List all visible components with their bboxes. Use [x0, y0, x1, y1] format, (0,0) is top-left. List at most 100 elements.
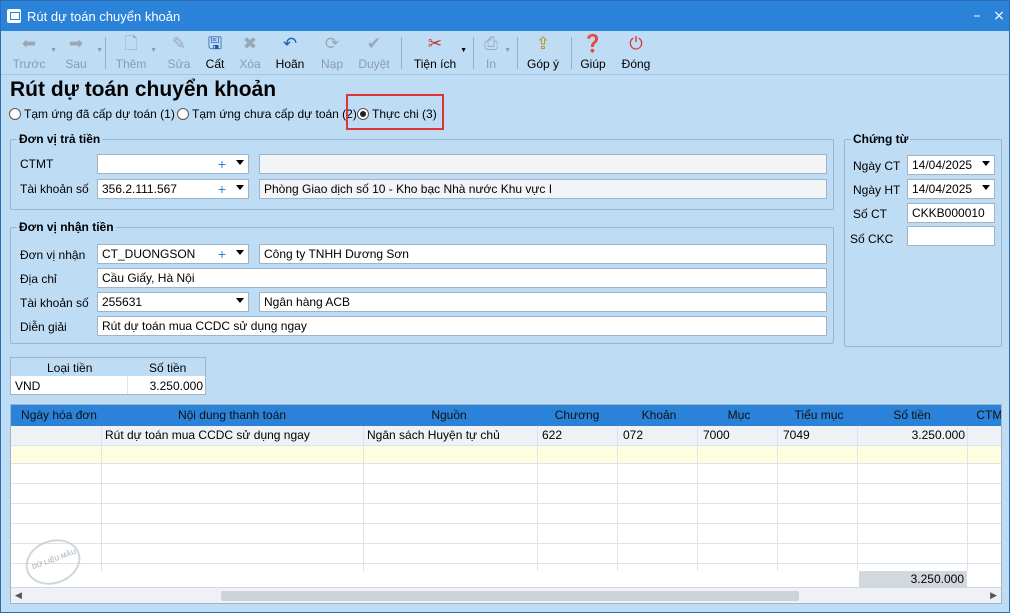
checkmark-icon: ✔ [366, 34, 382, 54]
dropdown-arrow-icon[interactable] [236, 250, 244, 255]
col-invoice-date[interactable]: Ngày hóa đơn [21, 408, 97, 422]
horizontal-scrollbar[interactable]: ◀ ▶ [11, 587, 1001, 603]
col-chapter[interactable]: Chương [537, 408, 617, 422]
payer-account-description: Phòng Giao dịch số 10 - Kho bạc Nhà nước… [259, 179, 827, 199]
arrow-right-icon: ➡ [68, 34, 84, 54]
app-icon [7, 9, 21, 23]
edit-button[interactable]: ✎ Sửa [165, 33, 193, 73]
chevron-down-icon: ▼ [504, 47, 511, 54]
posting-date-label: Ngày HT [853, 183, 901, 197]
memo-field[interactable]: Rút dự toán mua CCDC sử dụng ngay [97, 316, 827, 336]
row-source: Ngân sách Huyện tự chủ [367, 428, 500, 442]
title-bar: Rút dự toán chuyển khoản – × [1, 1, 1009, 31]
dropdown-arrow-icon[interactable] [982, 161, 990, 166]
add-button[interactable]: 🗋 Thêm ▼ [113, 33, 157, 73]
dropdown-arrow-icon[interactable] [236, 298, 244, 303]
dropdown-arrow-icon[interactable] [982, 185, 990, 190]
col-item[interactable]: Mục [699, 408, 779, 422]
load-button[interactable]: ⟳ Nạp [317, 33, 347, 73]
currency-type-header: Loại tiền [47, 361, 93, 375]
radio-advance-unallocated[interactable]: Tạm ứng chưa cấp dự toán (2) [177, 107, 357, 121]
chevron-down-icon: ▼ [460, 47, 467, 54]
help-icon: ❓ [582, 34, 604, 54]
payee-unit-select[interactable]: CT_DUONGSON + [97, 244, 249, 264]
currency-amount[interactable]: 3.250.000 [150, 379, 203, 393]
row-divider [11, 463, 1001, 464]
chevron-down-icon: ▼ [96, 47, 103, 54]
prev-button[interactable]: ⬅ Trước ▼ [9, 33, 57, 73]
row-divider [11, 543, 1001, 544]
close-button[interactable]: ⏻ Đóng [619, 33, 653, 73]
plus-icon[interactable]: + [218, 246, 226, 262]
radio-button [9, 108, 21, 120]
scroll-right-icon[interactable]: ▶ [990, 590, 997, 601]
col-amount[interactable]: Số tiền [859, 408, 965, 422]
ctmt-description [259, 154, 827, 174]
plus-icon[interactable]: + [218, 156, 226, 172]
payee-unit-name[interactable]: Công ty TNHH Dương Sơn [259, 244, 827, 264]
table-row[interactable]: Rút dự toán mua CCDC sử dụng ngay Ngân s… [11, 426, 1001, 445]
row-subitem: 7049 [783, 428, 810, 442]
col-divider [967, 426, 968, 571]
feedback-button[interactable]: ⇪ Góp ý [523, 33, 563, 73]
group-title: Đơn vị trả tiền [17, 132, 103, 146]
row-divider [11, 483, 1001, 484]
table-row-new[interactable] [11, 445, 1001, 463]
approve-button[interactable]: ✔ Duyệt [355, 33, 393, 73]
col-payment-content[interactable]: Nội dung thanh toán [101, 408, 363, 422]
col-subitem[interactable]: Tiểu mục [779, 408, 859, 422]
close-window-button[interactable]: × [991, 8, 1007, 24]
group-title: Chứng từ [851, 132, 911, 146]
chevron-down-icon: ▼ [50, 47, 57, 54]
delete-document-icon: ✖ [242, 34, 258, 54]
payee-account-label: Tài khoản số [20, 296, 89, 310]
plus-icon[interactable]: + [218, 181, 226, 197]
toolbar-separator [517, 37, 518, 69]
col-source[interactable]: Nguồn [363, 408, 535, 422]
col-section[interactable]: Khoản [619, 408, 699, 422]
currency-type[interactable]: VND [15, 379, 40, 393]
voucher-date-picker[interactable]: 14/04/2025 [907, 155, 995, 175]
page-title: Rút dự toán chuyển khoản [10, 78, 277, 101]
help-button[interactable]: ❓ Giúp [577, 33, 609, 73]
dropdown-arrow-icon[interactable] [236, 185, 244, 190]
row-divider [11, 563, 1001, 564]
col-divider [101, 426, 102, 571]
currency-amount-header: Số tiền [149, 361, 187, 375]
dropdown-arrow-icon[interactable] [236, 160, 244, 165]
next-button[interactable]: ➡ Sau ▼ [57, 33, 103, 73]
tools-icon: ✂ [427, 34, 443, 54]
posting-date-picker[interactable]: 14/04/2025 [907, 179, 995, 199]
scroll-left-icon[interactable]: ◀ [15, 590, 22, 601]
col-divider [857, 426, 858, 571]
radio-advance-allocated[interactable]: Tạm ứng đã cấp dự toán (1) [9, 107, 175, 121]
ckc-number-label: Số CKC [850, 232, 894, 246]
ckc-number-field[interactable] [907, 226, 995, 246]
undo-button[interactable]: ↶ Hoãn [273, 33, 307, 73]
scroll-thumb[interactable] [221, 591, 799, 601]
print-button[interactable]: ⎙ In ▼ [479, 33, 511, 73]
toolbar: ⬅ Trước ▼ ➡ Sau ▼ 🗋 Thêm ▼ ✎ Sửa 🖫 Cất ✖… [1, 31, 1009, 75]
ctmt-label: CTMT [20, 157, 54, 171]
payee-bank-name[interactable]: Ngân hàng ACB [259, 292, 827, 312]
col-ctmt[interactable]: CTMT [973, 408, 1001, 422]
address-field[interactable]: Cầu Giấy, Hà Nội [97, 268, 827, 288]
row-item: 7000 [703, 428, 730, 442]
payee-unit-label: Đơn vị nhận [20, 248, 86, 262]
memo-label: Diễn giải [20, 320, 67, 334]
minimize-button[interactable]: – [969, 8, 985, 24]
ctmt-select[interactable]: + [97, 154, 249, 174]
delete-button[interactable]: ✖ Xóa [235, 33, 265, 73]
toolbar-separator [401, 37, 402, 69]
row-divider [11, 523, 1001, 524]
toolbar-separator [473, 37, 474, 69]
payee-account-select[interactable]: 255631 [97, 292, 249, 312]
save-button[interactable]: 🖫 Cất [201, 33, 229, 73]
utilities-button[interactable]: ✂ Tiện ích ▼ [411, 33, 467, 73]
voucher-number-field[interactable]: CKKB000010 [907, 203, 995, 223]
currency-table: Loại tiền Số tiền VND 3.250.000 [10, 357, 206, 395]
row-chapter: 622 [542, 428, 563, 442]
payer-account-select[interactable]: 356.2.111.567 + [97, 179, 249, 199]
floppy-disk-icon: 🖫 [207, 34, 223, 54]
payer-group: Đơn vị trả tiền CTMT + Tài khoản số 356.… [10, 132, 834, 210]
